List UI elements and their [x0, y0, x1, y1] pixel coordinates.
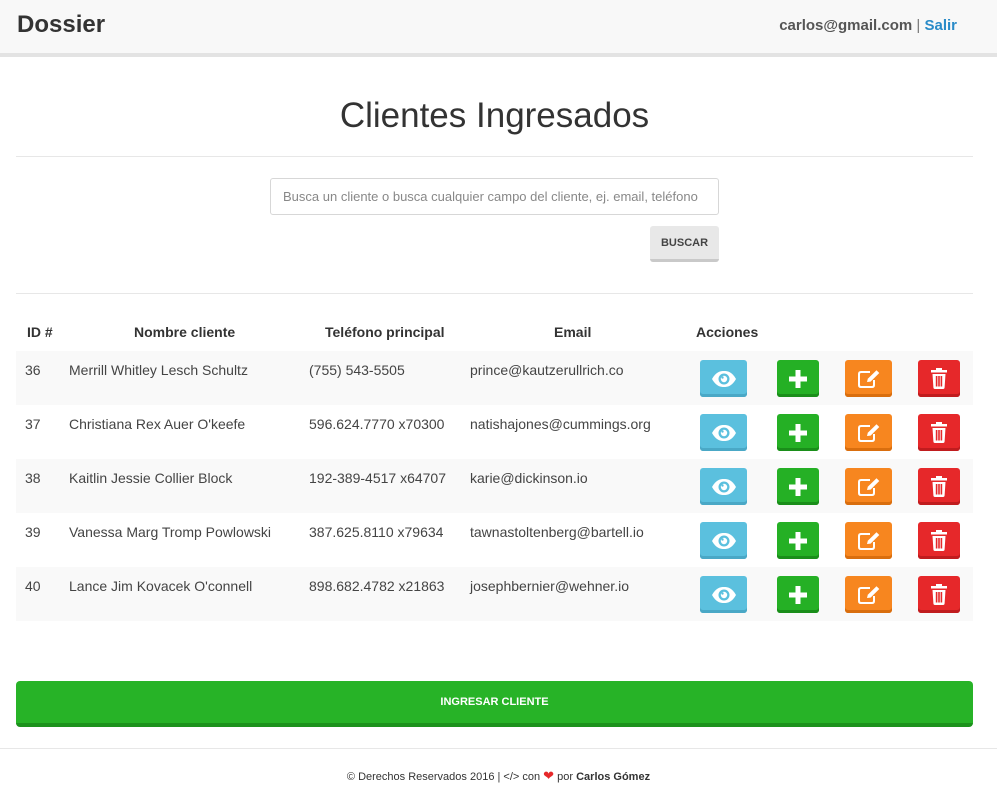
- plus-icon: [789, 585, 807, 604]
- table-row: 39 Vanessa Marg Tromp Powlowski 387.625.81…: [16, 513, 973, 567]
- add-button[interactable]: [777, 576, 819, 613]
- view-button[interactable]: [700, 360, 747, 397]
- footer-author: Carlos Gómez: [576, 771, 651, 783]
- table-row: 36 Merrill Whitley Lesch Schultz (755) 543…: [16, 351, 973, 405]
- eye-icon: [711, 424, 737, 442]
- header-phone: Teléfono principal: [325, 324, 445, 340]
- header-name: Nombre cliente: [134, 324, 236, 340]
- add-button[interactable]: [777, 414, 819, 451]
- edit-button[interactable]: [845, 414, 892, 451]
- search-button[interactable]: BUSCAR: [650, 226, 719, 262]
- trash-icon: [930, 584, 948, 605]
- eye-icon: [711, 478, 737, 496]
- footer: © Derechos Reservados 2016 | </> con ❤ p…: [0, 748, 997, 798]
- cell-email: natishajones@cummings.org: [470, 416, 651, 432]
- cell-id: 36: [25, 362, 41, 378]
- trash-icon: [930, 476, 948, 497]
- cell-email: tawnastoltenberg@bartell.io: [470, 524, 644, 540]
- header-actions: Acciones: [696, 324, 759, 340]
- cell-name: Merrill Whitley Lesch Schultz: [69, 362, 248, 378]
- footer-by: por: [557, 771, 574, 783]
- plus-icon: [789, 531, 807, 550]
- cell-id: 40: [25, 578, 41, 594]
- edit-icon: [857, 477, 881, 497]
- edit-button[interactable]: [845, 522, 892, 559]
- user-email: carlos@gmail.com: [779, 17, 913, 34]
- plus-icon: [789, 369, 807, 388]
- table-row: 40 Lance Jim Kovacek O'connell 898.682.478…: [16, 567, 973, 621]
- edit-icon: [857, 585, 881, 605]
- table-header: ID # Nombre cliente Teléfono principal E…: [16, 316, 973, 351]
- delete-button[interactable]: [918, 468, 960, 505]
- trash-icon: [930, 368, 948, 389]
- eye-icon: [711, 532, 737, 550]
- trash-icon: [930, 422, 948, 443]
- add-client-button[interactable]: INGRESAR CLIENTE: [16, 681, 973, 727]
- cell-email: josephbernier@wehner.io: [470, 578, 629, 594]
- cell-name: Lance Jim Kovacek O'connell: [69, 578, 253, 594]
- edit-icon: [857, 531, 881, 551]
- search-input[interactable]: [270, 178, 719, 215]
- cell-name: Vanessa Marg Tromp Powlowski: [69, 524, 272, 540]
- footer-copyright: © Derechos Reservados 2016 | </> con: [346, 771, 541, 783]
- trash-icon: [930, 530, 948, 551]
- clients-table: ID # Nombre cliente Teléfono principal E…: [16, 316, 973, 621]
- edit-button[interactable]: [845, 468, 892, 505]
- eye-icon: [711, 586, 737, 604]
- cell-phone: 898.682.4782 x21863: [309, 578, 445, 594]
- navbar: Dossier carlos@gmail.com | Salir: [0, 0, 997, 57]
- divider-bottom: [16, 293, 973, 294]
- brand-logo[interactable]: Dossier: [17, 11, 105, 39]
- cell-phone: 192-389-4517 x64707: [309, 470, 447, 486]
- delete-button[interactable]: [918, 414, 960, 451]
- edit-icon: [857, 423, 881, 443]
- delete-button[interactable]: [918, 522, 960, 559]
- cell-id: 38: [25, 470, 41, 486]
- table-body: 36 Merrill Whitley Lesch Schultz (755) 543…: [16, 351, 973, 621]
- edit-icon: [857, 369, 881, 389]
- cell-name: Kaitlin Jessie Collier Block: [69, 470, 233, 486]
- edit-button[interactable]: [845, 360, 892, 397]
- cell-phone: 596.624.7770 x70300: [309, 416, 445, 432]
- header-id: ID #: [27, 324, 53, 340]
- table-row: 38 Kaitlin Jessie Collier Block 192-389-45…: [16, 459, 973, 513]
- plus-icon: [789, 477, 807, 496]
- header-email: Email: [554, 324, 592, 340]
- cell-phone: 387.625.8110 x79634: [309, 524, 444, 540]
- delete-button[interactable]: [918, 576, 960, 613]
- cell-email: karie@dickinson.io: [470, 470, 588, 486]
- nav-separator: |: [916, 17, 921, 34]
- divider-top: [16, 156, 973, 157]
- heart-icon: ❤: [543, 768, 555, 783]
- cell-id: 39: [25, 524, 41, 540]
- cell-id: 37: [25, 416, 41, 432]
- edit-button[interactable]: [845, 576, 892, 613]
- add-button[interactable]: [777, 468, 819, 505]
- cell-email: prince@kautzerullrich.co: [470, 362, 624, 378]
- delete-button[interactable]: [918, 360, 960, 397]
- view-button[interactable]: [700, 522, 747, 559]
- logout-link[interactable]: Salir: [924, 17, 957, 34]
- user-area: carlos@gmail.com | Salir: [779, 17, 957, 34]
- cell-phone: (755) 543-5505: [309, 362, 405, 378]
- view-button[interactable]: [700, 576, 747, 613]
- view-button[interactable]: [700, 468, 747, 505]
- table-row: 37 Christiana Rex Auer O'keefe 596.624.777…: [16, 405, 973, 459]
- cell-name: Christiana Rex Auer O'keefe: [69, 416, 246, 432]
- plus-icon: [789, 423, 807, 442]
- add-button[interactable]: [777, 522, 819, 559]
- view-button[interactable]: [700, 414, 747, 451]
- eye-icon: [711, 370, 737, 388]
- page-title: Clientes Ingresados: [339, 96, 650, 135]
- add-button[interactable]: [777, 360, 819, 397]
